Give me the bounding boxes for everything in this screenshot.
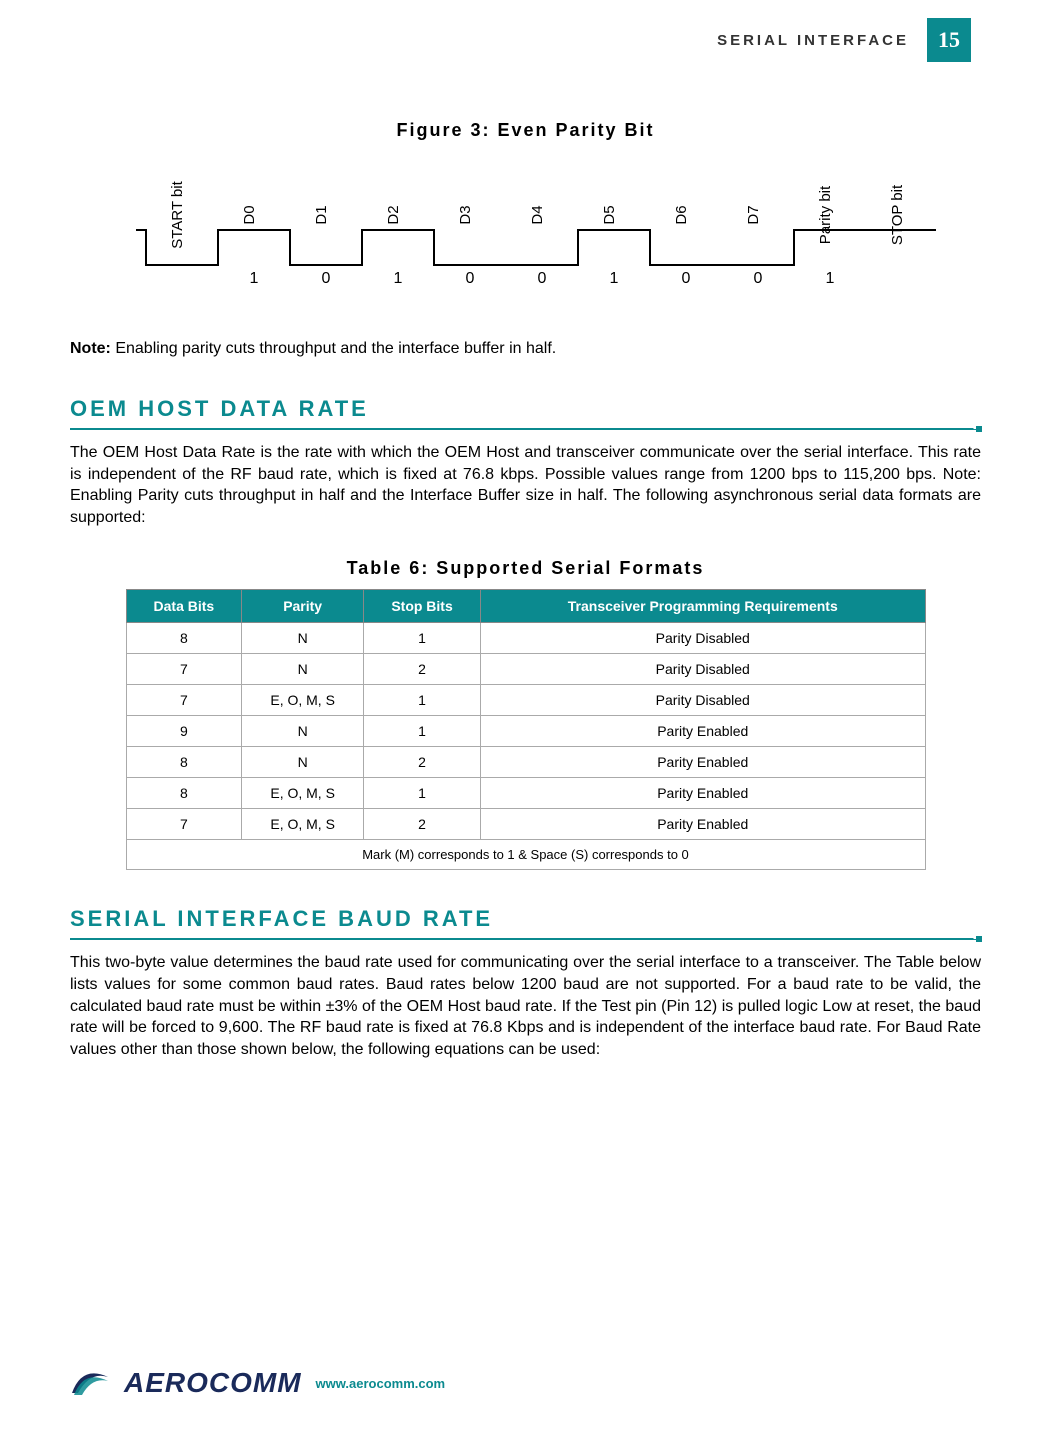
bit-value: 1 bbox=[609, 270, 618, 285]
logo-text: AEROCOMM bbox=[124, 1367, 302, 1399]
table-cell: 7 bbox=[126, 809, 242, 840]
table-row: 7E, O, M, S1Parity Disabled bbox=[126, 685, 925, 716]
baud-heading: SERIAL INTERFACE BAUD RATE bbox=[70, 906, 981, 932]
table-cell: E, O, M, S bbox=[242, 685, 364, 716]
table-6-title: Table 6: Supported Serial Formats bbox=[70, 558, 981, 579]
oem-heading: OEM HOST DATA RATE bbox=[70, 396, 981, 422]
note-text: Enabling parity cuts throughput and the … bbox=[111, 340, 556, 357]
bit-value: 0 bbox=[465, 270, 474, 285]
table-header-row: Data BitsParityStop BitsTransceiver Prog… bbox=[126, 590, 925, 623]
note-prefix: Note: bbox=[70, 340, 111, 357]
page-footer: AEROCOMM www.aerocomm.com bbox=[70, 1363, 445, 1403]
table-row: 8N2Parity Enabled bbox=[126, 747, 925, 778]
bit-label: D6 bbox=[673, 205, 690, 224]
table-cell: N bbox=[242, 654, 364, 685]
table-footnote-row: Mark (M) corresponds to 1 & Space (S) co… bbox=[126, 840, 925, 870]
table-header-cell: Transceiver Programming Requirements bbox=[481, 590, 926, 623]
parity-note: Note: Enabling parity cuts throughput an… bbox=[70, 340, 981, 358]
bit-value: 0 bbox=[681, 270, 690, 285]
table-cell: 7 bbox=[126, 654, 242, 685]
section-rule bbox=[70, 938, 981, 940]
table-footnote-cell: Mark (M) corresponds to 1 & Space (S) co… bbox=[126, 840, 925, 870]
bit-label: D4 bbox=[529, 205, 546, 224]
table-cell: 2 bbox=[364, 809, 481, 840]
table-cell: Parity Disabled bbox=[481, 623, 926, 654]
table-header-cell: Stop Bits bbox=[364, 590, 481, 623]
bit-label: D7 bbox=[745, 205, 762, 224]
table-cell: Parity Disabled bbox=[481, 654, 926, 685]
page-number-badge: 15 bbox=[927, 18, 971, 62]
table-cell: N bbox=[242, 747, 364, 778]
bit-label: D3 bbox=[457, 205, 474, 224]
table-row: 8E, O, M, S1Parity Enabled bbox=[126, 778, 925, 809]
bit-label: START bit bbox=[169, 180, 186, 248]
table-header-cell: Data Bits bbox=[126, 590, 242, 623]
table-cell: Parity Disabled bbox=[481, 685, 926, 716]
table-cell: 8 bbox=[126, 778, 242, 809]
table-cell: E, O, M, S bbox=[242, 778, 364, 809]
footer-url: www.aerocomm.com bbox=[316, 1376, 446, 1391]
table-cell: 1 bbox=[364, 778, 481, 809]
baud-body: This two-byte value determines the baud … bbox=[70, 952, 981, 1060]
table-cell: E, O, M, S bbox=[242, 809, 364, 840]
page-header: SERIAL INTERFACE 15 bbox=[717, 18, 971, 62]
page-number: 15 bbox=[938, 27, 960, 53]
bit-value: 1 bbox=[249, 270, 258, 285]
table-6: Data BitsParityStop BitsTransceiver Prog… bbox=[126, 589, 926, 870]
table-row: 7E, O, M, S2Parity Enabled bbox=[126, 809, 925, 840]
bit-label: D2 bbox=[385, 205, 402, 224]
oem-body: The OEM Host Data Rate is the rate with … bbox=[70, 442, 981, 528]
table-cell: 2 bbox=[364, 747, 481, 778]
bit-value: 1 bbox=[825, 270, 834, 285]
table-cell: 1 bbox=[364, 623, 481, 654]
table-cell: Parity Enabled bbox=[481, 809, 926, 840]
bit-label: D0 bbox=[241, 205, 258, 224]
bit-value: 0 bbox=[537, 270, 546, 285]
bit-value: 0 bbox=[753, 270, 762, 285]
bit-label: Parity bit bbox=[817, 185, 834, 244]
table-cell: 8 bbox=[126, 623, 242, 654]
table-header-cell: Parity bbox=[242, 590, 364, 623]
table-row: 7N2Parity Disabled bbox=[126, 654, 925, 685]
figure-3-diagram: START bit D0 1 D1 0 D2 1 D3 0 D4 0 D5 1 D6 0 D7 0 Parity … bbox=[116, 155, 936, 290]
bit-label: STOP bit bbox=[889, 184, 906, 245]
table-cell: N bbox=[242, 623, 364, 654]
table-row: 8N1Parity Disabled bbox=[126, 623, 925, 654]
table-cell: 1 bbox=[364, 716, 481, 747]
bit-label: D5 bbox=[601, 205, 618, 224]
table-cell: 9 bbox=[126, 716, 242, 747]
table-cell: N bbox=[242, 716, 364, 747]
table-cell: Parity Enabled bbox=[481, 747, 926, 778]
table-cell: 7 bbox=[126, 685, 242, 716]
table-row: 9N1Parity Enabled bbox=[126, 716, 925, 747]
table-cell: Parity Enabled bbox=[481, 716, 926, 747]
header-section-title: SERIAL INTERFACE bbox=[717, 32, 909, 49]
table-cell: 8 bbox=[126, 747, 242, 778]
bit-label: D1 bbox=[313, 205, 330, 224]
table-cell: 2 bbox=[364, 654, 481, 685]
bit-value: 1 bbox=[393, 270, 402, 285]
logo-swoosh-icon bbox=[70, 1363, 110, 1403]
bit-value: 0 bbox=[321, 270, 330, 285]
table-cell: Parity Enabled bbox=[481, 778, 926, 809]
section-rule bbox=[70, 428, 981, 430]
table-cell: 1 bbox=[364, 685, 481, 716]
waveform-path bbox=[136, 230, 936, 265]
figure-3-title: Figure 3: Even Parity Bit bbox=[70, 120, 981, 141]
